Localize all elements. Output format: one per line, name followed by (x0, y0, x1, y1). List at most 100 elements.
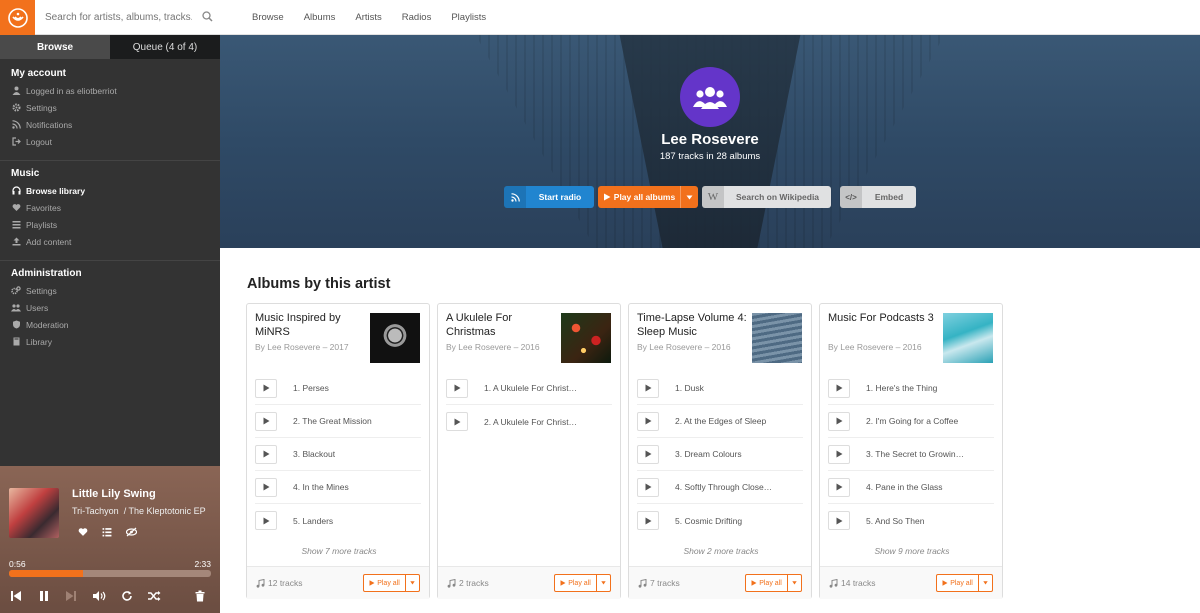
play-track-button[interactable] (446, 378, 468, 398)
funkwhale-logo[interactable] (0, 0, 35, 35)
play-track-button[interactable] (255, 511, 277, 530)
player-cover[interactable] (9, 488, 59, 538)
track-name[interactable]: 3. The Secret to Growin… (866, 449, 964, 459)
track-count: 7 tracks (638, 578, 680, 588)
show-more-tracks-link[interactable]: Show 7 more tracks (247, 546, 431, 556)
search-icon[interactable] (202, 11, 213, 25)
album-card: Time-Lapse Volume 4: Sleep Music By Lee R… (628, 303, 812, 599)
menu-item-library[interactable]: Library (0, 333, 220, 350)
player-progress-bar[interactable] (9, 570, 211, 577)
track-name[interactable]: 5. Landers (293, 516, 333, 526)
track-name[interactable]: 2. A Ukulele For Christ… (484, 417, 577, 427)
menu-item-playlists[interactable]: Playlists (0, 216, 220, 233)
track-name[interactable]: 5. Cosmic Drifting (675, 516, 742, 526)
play-all-dropdown-caret-icon[interactable] (596, 575, 610, 591)
album-title[interactable]: Time-Lapse Volume 4: Sleep Music (637, 311, 747, 339)
start-radio-label: Start radio (538, 192, 582, 202)
shuffle-icon[interactable] (146, 588, 162, 604)
play-all-dropdown-caret-icon[interactable] (405, 575, 419, 591)
track-name[interactable]: 1. Perses (293, 383, 329, 393)
player-album[interactable]: / The Kleptotonic EP (124, 506, 206, 516)
nav-artists[interactable]: Artists (355, 12, 381, 23)
play-all-button[interactable]: Play all (936, 574, 993, 592)
repeat-icon[interactable] (119, 588, 135, 604)
album-card-footer: 7 tracks Play all (629, 566, 811, 599)
player-artist[interactable]: Tri-Tachyon (72, 506, 119, 516)
play-all-albums-button[interactable]: Play all albums (598, 186, 698, 208)
play-track-button[interactable] (828, 378, 850, 398)
album-cover[interactable] (752, 313, 802, 363)
menu-item-notifications[interactable]: Notifications (0, 116, 220, 133)
play-track-button[interactable] (828, 477, 850, 497)
play-track-button[interactable] (446, 412, 468, 431)
track-name[interactable]: 2. The Great Mission (293, 416, 372, 426)
track-name[interactable]: 3. Dream Colours (675, 449, 742, 459)
album-title[interactable]: Music For Podcasts 3 (828, 311, 938, 325)
nav-radios[interactable]: Radios (402, 12, 432, 23)
previous-icon[interactable] (8, 588, 24, 604)
menu-item-users[interactable]: Users (0, 299, 220, 316)
album-title[interactable]: A Ukulele For Christmas (446, 311, 556, 339)
embed-button[interactable]: </> Embed (840, 186, 916, 208)
search-wikipedia-button[interactable]: W Search on Wikipedia (702, 186, 831, 208)
play-track-button[interactable] (255, 378, 277, 398)
play-track-button[interactable] (255, 477, 277, 497)
menu-item-settings[interactable]: Settings (0, 99, 220, 116)
track-name[interactable]: 3. Blackout (293, 449, 335, 459)
play-track-button[interactable] (637, 444, 659, 464)
menu-item-favorites[interactable]: Favorites (0, 199, 220, 216)
track-name[interactable]: 5. And So Then (866, 516, 924, 526)
play-track-button[interactable] (637, 411, 659, 431)
play-all-dropdown-caret-icon[interactable] (978, 575, 992, 591)
play-all-button[interactable]: Play all (363, 574, 420, 592)
album-cover[interactable] (943, 313, 993, 363)
album-cover[interactable] (370, 313, 420, 363)
nav-albums[interactable]: Albums (304, 12, 336, 23)
menu-item-add-content[interactable]: Add content (0, 233, 220, 250)
play-track-button[interactable] (828, 511, 850, 530)
menu-item-browse-library[interactable]: Browse library (0, 182, 220, 199)
next-icon[interactable] (63, 588, 79, 604)
menu-item-admin-settings[interactable]: Settings (0, 282, 220, 299)
track-name[interactable]: 1. Dusk (675, 383, 704, 393)
trash-icon[interactable] (192, 588, 208, 604)
track-name[interactable]: 4. Softly Through Close… (675, 482, 772, 492)
track-name[interactable]: 2. I'm Going for a Coffee (866, 416, 958, 426)
play-dropdown-caret-icon[interactable] (680, 186, 698, 208)
play-track-button[interactable] (637, 477, 659, 497)
nav-browse[interactable]: Browse (252, 12, 284, 23)
tab-queue[interactable]: Queue (4 of 4) (110, 35, 220, 59)
play-track-button[interactable] (828, 411, 850, 431)
start-radio-button[interactable]: Start radio (504, 186, 594, 208)
add-to-playlist-icon[interactable] (102, 526, 112, 540)
tab-browse[interactable]: Browse (0, 35, 110, 59)
favorite-heart-icon[interactable] (78, 526, 88, 540)
show-more-tracks-link[interactable]: Show 2 more tracks (629, 546, 813, 556)
track-name[interactable]: 1. Here's the Thing (866, 383, 937, 393)
volume-icon[interactable] (91, 588, 107, 604)
menu-item-logout[interactable]: Logout (0, 133, 220, 150)
hide-eye-slash-icon[interactable] (125, 526, 138, 540)
play-all-button[interactable]: Play all (554, 574, 611, 592)
play-all-button[interactable]: Play all (745, 574, 802, 592)
track-name[interactable]: 2. At the Edges of Sleep (675, 416, 766, 426)
pause-icon[interactable] (36, 588, 52, 604)
play-track-button[interactable] (637, 378, 659, 398)
track-name[interactable]: 1. A Ukulele For Christ… (484, 383, 577, 393)
track-row: 2. The Great Mission (255, 405, 421, 438)
show-more-tracks-link[interactable]: Show 9 more tracks (820, 546, 1004, 556)
track-name[interactable]: 4. In the Mines (293, 482, 349, 492)
album-title[interactable]: Music Inspired by MiNRS (255, 311, 365, 339)
play-track-button[interactable] (637, 511, 659, 530)
track-name[interactable]: 4. Pane in the Glass (866, 482, 943, 492)
menu-item-moderation[interactable]: Moderation (0, 316, 220, 333)
player-track-title[interactable]: Little Lily Swing (72, 488, 156, 500)
search-input[interactable] (35, 0, 220, 34)
play-all-dropdown-caret-icon[interactable] (787, 575, 801, 591)
menu-item-logged-in[interactable]: Logged in as eliotberriot (0, 82, 220, 99)
nav-playlists[interactable]: Playlists (451, 12, 486, 23)
play-track-button[interactable] (255, 444, 277, 464)
play-track-button[interactable] (255, 411, 277, 431)
play-track-button[interactable] (828, 444, 850, 464)
album-cover[interactable] (561, 313, 611, 363)
